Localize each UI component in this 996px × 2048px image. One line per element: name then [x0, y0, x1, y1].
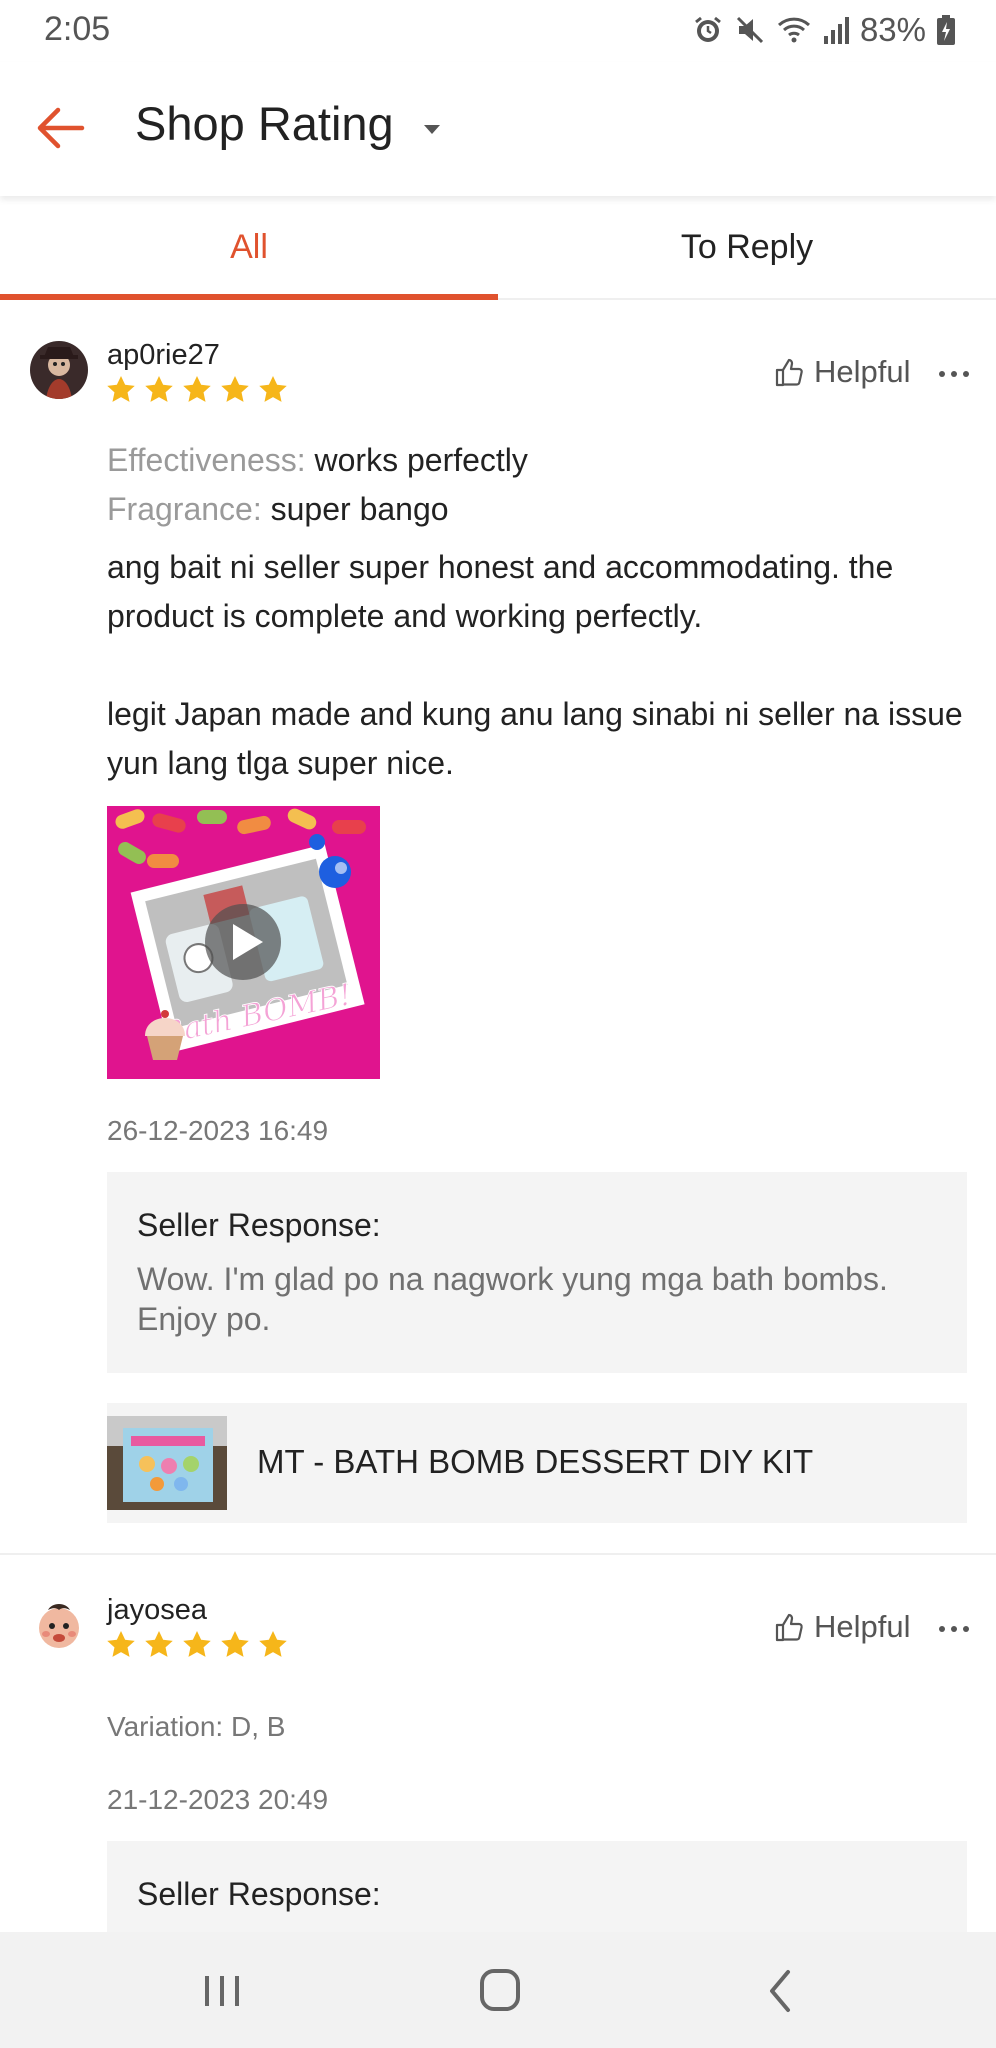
mute-icon — [734, 14, 766, 46]
review-username: jayosea — [107, 1594, 207, 1626]
wifi-icon — [776, 14, 812, 46]
attribute-value: works perfectly — [314, 442, 528, 478]
recent-apps-button[interactable] — [192, 1966, 252, 2016]
star-icon — [145, 376, 173, 402]
star-icon — [107, 1631, 135, 1657]
more-horizontal-icon — [939, 371, 969, 377]
review-variation: Variation: D, B — [107, 1711, 286, 1742]
app-header: Shop Rating — [0, 62, 996, 196]
tab-bar: All To Reply — [0, 196, 996, 300]
product-thumbnail — [107, 1416, 227, 1510]
more-options-button[interactable] — [937, 1617, 971, 1641]
alarm-icon — [692, 14, 724, 46]
avatar[interactable] — [30, 1596, 88, 1654]
review-date: 21-12-2023 20:49 — [107, 1784, 329, 1815]
product-link[interactable]: MT - BATH BOMB DESSERT DIY KIT — [107, 1403, 967, 1523]
review-divider — [0, 1553, 996, 1555]
attribute-value: super bango — [270, 491, 449, 527]
back-button[interactable] — [30, 98, 90, 158]
review-video-thumbnail[interactable]: Bath BOMB! — [107, 806, 380, 1079]
attribute-key: Fragrance: — [107, 491, 262, 527]
more-options-button[interactable] — [937, 362, 971, 386]
back-icon — [770, 1970, 790, 2012]
recent-apps-icon — [205, 1976, 239, 2006]
signal-icon — [822, 14, 850, 46]
caret-down-icon — [424, 125, 440, 134]
system-nav-bar — [0, 1932, 996, 2048]
star-icon — [259, 376, 287, 402]
seller-response-box: Seller Response: Wow. I'm glad po na nag… — [107, 1172, 967, 1373]
home-icon — [480, 1969, 520, 2011]
status-bar: 2:05 83% — [0, 0, 996, 62]
seller-response-label: Seller Response: — [137, 1207, 381, 1243]
tab-to-reply[interactable]: To Reply — [498, 196, 996, 298]
review-attribute: Fragrance: super bango — [107, 491, 449, 528]
status-time: 2:05 — [44, 10, 111, 48]
seller-response-label: Seller Response: — [137, 1876, 381, 1912]
seller-response-box: Seller Response: — [107, 1841, 967, 1932]
more-horizontal-icon — [939, 1626, 969, 1632]
star-icon — [221, 376, 249, 402]
star-icon — [183, 376, 211, 402]
product-name: MT - BATH BOMB DESSERT DIY KIT — [257, 1443, 814, 1480]
title-dropdown-button[interactable] — [420, 117, 444, 141]
star-icon — [107, 376, 135, 402]
helpful-label: Helpful — [814, 354, 911, 389]
review-paragraph: ang bait ni seller super honest and acco… — [107, 549, 894, 634]
helpful-label: Helpful — [814, 1609, 911, 1644]
review-attribute: Effectiveness: works perfectly — [107, 442, 528, 479]
home-button[interactable] — [470, 1966, 530, 2016]
helpful-button[interactable]: Helpful — [774, 1609, 911, 1645]
system-back-button[interactable] — [752, 1966, 812, 2016]
tab-all[interactable]: All — [0, 196, 498, 300]
star-icon — [145, 1631, 173, 1657]
battery-percent: 83% — [859, 11, 926, 48]
star-rating — [105, 1629, 289, 1661]
thumbs-up-icon — [775, 358, 803, 387]
star-icon — [221, 1631, 249, 1657]
star-rating — [105, 374, 289, 406]
review-text: ang bait ni seller super honest and acco… — [107, 543, 967, 788]
helpful-button[interactable]: Helpful — [774, 354, 911, 390]
battery-icon — [936, 14, 956, 46]
attribute-key: Effectiveness: — [107, 442, 306, 478]
avatar[interactable] — [30, 341, 88, 399]
seller-response-text: Wow. I'm glad po na nagwork yung mga bat… — [137, 1261, 888, 1337]
review-username: ap0rie27 — [107, 339, 220, 371]
star-icon — [183, 1631, 211, 1657]
arrow-left-icon — [37, 107, 85, 149]
page-title[interactable]: Shop Rating — [135, 96, 394, 151]
status-icons: 83% — [692, 10, 956, 50]
review-paragraph: legit Japan made and kung anu lang sinab… — [107, 696, 963, 781]
review-date: 26-12-2023 16:49 — [107, 1115, 329, 1146]
star-icon — [259, 1631, 287, 1657]
thumbs-up-icon — [775, 1613, 803, 1642]
